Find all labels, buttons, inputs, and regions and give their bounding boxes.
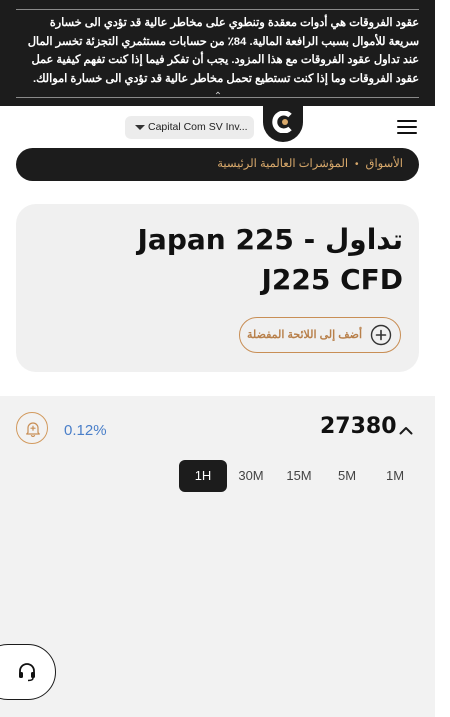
page-title: تداول Japan 225 - J225 CFD xyxy=(137,223,403,296)
risk-warning-text: عقود الفروقات هي أدوات معقدة وتنطوي على … xyxy=(27,17,419,85)
price-alert-button[interactable] xyxy=(16,412,48,444)
breadcrumb-item-markets[interactable]: الأسواق xyxy=(366,158,403,170)
timeframe-15m[interactable]: 15M xyxy=(275,460,323,492)
instrument-title-card: تداول Japan 225 - J225 CFD أضف إلى اللائ… xyxy=(16,204,419,372)
support-chat-button[interactable] xyxy=(0,644,56,700)
breadcrumb: الأسواق • المؤشرات العالمية الرئيسية xyxy=(16,148,419,181)
chevron-up-icon[interactable] xyxy=(399,426,413,435)
hamburger-menu-icon[interactable] xyxy=(397,120,417,134)
timeframe-30m[interactable]: 30M xyxy=(227,460,275,492)
price-chart-panel: 0.12% 27380 1H 30M 15M 5M 1M xyxy=(0,396,435,717)
risk-warning-banner: عقود الفروقات هي أدوات معقدة وتنطوي على … xyxy=(0,0,435,106)
double-chevron-up-icon[interactable]: ⌃ xyxy=(209,90,227,104)
entity-select[interactable]: Capital Com SV Inv... xyxy=(125,116,254,139)
entity-select-value: Capital Com SV Inv... xyxy=(148,121,248,133)
add-to-favorites-button[interactable]: أضف إلى اللائحة المفضلة xyxy=(239,317,401,353)
site-header: Capital Com SV Inv... xyxy=(0,106,435,146)
plus-circle-icon xyxy=(370,324,392,346)
headset-icon xyxy=(19,663,35,682)
caret-down-icon xyxy=(135,125,145,130)
bell-plus-icon xyxy=(26,422,40,437)
timeframe-5m[interactable]: 5M xyxy=(323,460,371,492)
timeframe-1m[interactable]: 1M xyxy=(371,460,419,492)
price-change-percent: 0.12% xyxy=(64,422,107,439)
banner-top-divider xyxy=(16,9,419,10)
favorites-button-label: أضف إلى اللائحة المفضلة xyxy=(247,329,362,341)
timeframe-1h[interactable]: 1H xyxy=(179,460,227,492)
timeframe-selector: 1H 30M 15M 5M 1M xyxy=(178,460,418,492)
current-price: 27380 xyxy=(320,414,397,439)
breadcrumb-item-major-indices[interactable]: المؤشرات العالمية الرئيسية xyxy=(217,158,348,170)
capital-com-logo-icon[interactable] xyxy=(263,100,303,142)
page: عقود الفروقات هي أدوات معقدة وتنطوي على … xyxy=(0,0,435,717)
breadcrumb-separator: • xyxy=(355,159,359,170)
